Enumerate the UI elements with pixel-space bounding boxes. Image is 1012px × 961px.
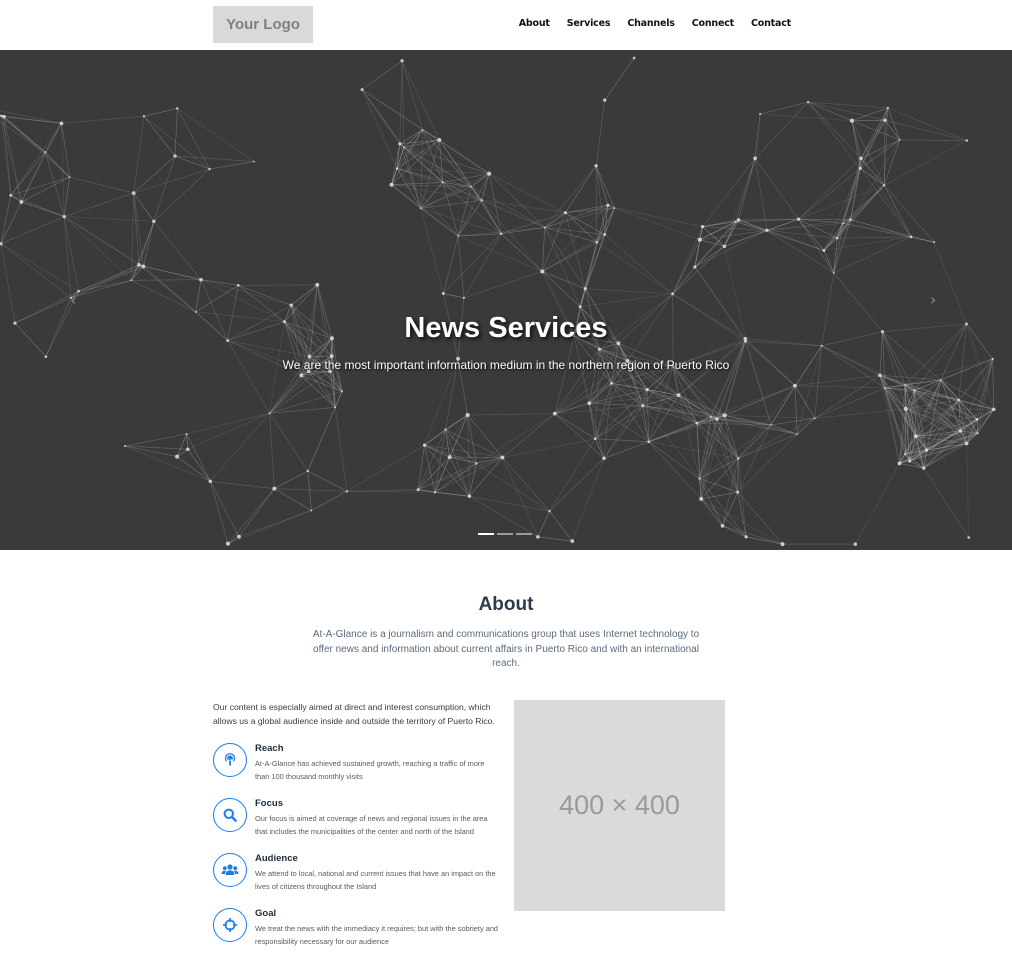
nav-connect[interactable]: Connect (692, 18, 734, 29)
feature-goal: Goal We treat the news with the immediac… (213, 908, 503, 953)
carousel-indicators (478, 533, 532, 535)
nav-channels[interactable]: Channels (627, 18, 675, 29)
feature-audience: Audience We attend to local, national an… (213, 853, 503, 898)
about-lead: At-A-Glance is a journalism and communic… (312, 629, 700, 669)
site-header: Your Logo About Services Channels Connec… (0, 0, 1012, 50)
feature-description: Our focus is aimed at coverage of news a… (255, 814, 488, 836)
hero-subtitle: We are the most important information me… (282, 358, 730, 372)
nav-contact[interactable]: Contact (751, 18, 791, 29)
site-logo[interactable]: Your Logo (213, 6, 313, 43)
carousel-indicator-3[interactable] (516, 533, 532, 535)
feature-description: At-A-Glance has achieved sustained growt… (255, 759, 485, 781)
carousel-indicator-1[interactable] (478, 533, 494, 535)
nav-services[interactable]: Services (567, 18, 611, 29)
users-icon (213, 853, 247, 887)
hero-title: News Services (404, 312, 608, 344)
about-image-placeholder: 400 × 400 (514, 700, 725, 911)
feature-focus: Focus Our focus is aimed at coverage of … (213, 798, 503, 843)
hero-carousel: ‹ › News Services We are the most import… (0, 50, 1012, 550)
network-background (0, 56, 996, 547)
about-intro: Our content is especially aimed at direc… (213, 702, 495, 726)
main-nav: About Services Channels Connect Contact (502, 18, 791, 29)
search-icon (213, 798, 247, 832)
feature-description: We attend to local, national and current… (255, 869, 496, 891)
feature-title: Audience (255, 853, 298, 864)
nav-about[interactable]: About (519, 18, 550, 29)
carousel-next-button[interactable]: › (930, 290, 936, 309)
carousel-indicator-2[interactable] (497, 533, 513, 535)
carousel-prev-button[interactable]: ‹ (70, 290, 76, 309)
podcast-icon (213, 743, 247, 777)
feature-title: Reach (255, 743, 284, 754)
about-title: About (478, 594, 534, 615)
crosshairs-icon (213, 908, 247, 942)
feature-title: Focus (255, 798, 283, 809)
feature-reach: Reach At-A-Glance has achieved sustained… (213, 743, 503, 788)
feature-description: We treat the news with the immediacy it … (255, 924, 499, 946)
feature-title: Goal (255, 908, 277, 919)
